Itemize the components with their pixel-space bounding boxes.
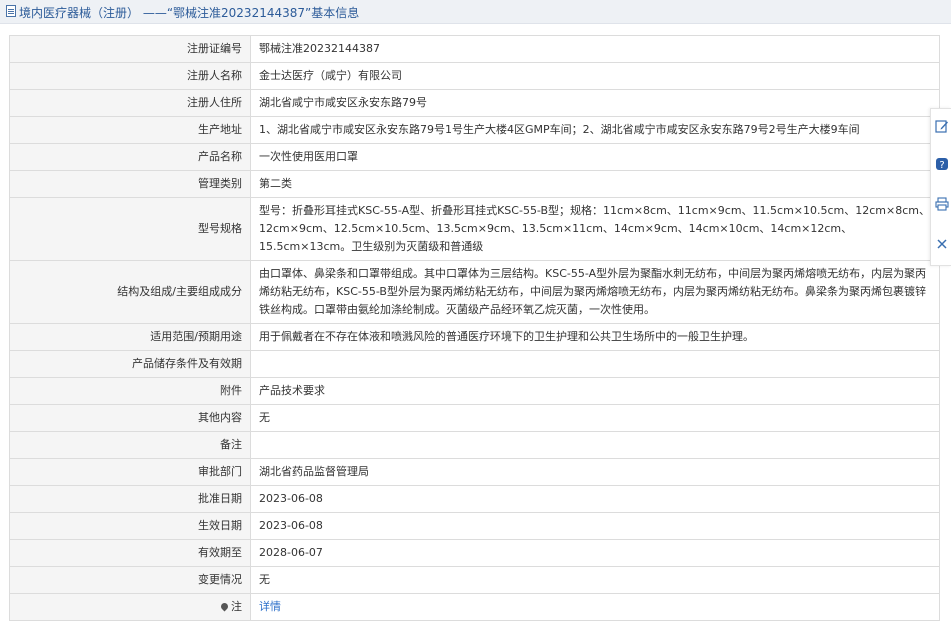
- row-value: 无: [250, 404, 940, 432]
- row-label: 注册人名称: [9, 62, 251, 90]
- row-label: 结构及组成/主要组成成分: [9, 260, 251, 324]
- svg-text:?: ?: [939, 160, 944, 171]
- table-row: 备注: [9, 431, 940, 459]
- row-label: 注: [9, 593, 251, 621]
- row-value: 详情: [250, 593, 940, 621]
- table-row: 注册人名称 金士达医疗（咸宁）有限公司: [9, 62, 940, 90]
- print-icon[interactable]: [935, 197, 949, 211]
- row-label: 批准日期: [9, 485, 251, 513]
- row-label: 其他内容: [9, 404, 251, 432]
- row-value: 无: [250, 566, 940, 594]
- table-row: 产品储存条件及有效期: [9, 350, 940, 378]
- row-value: 湖北省咸宁市咸安区永安东路79号: [250, 89, 940, 117]
- info-table: 注册证编号 鄂械注准20232144387 注册人名称 金士达医疗（咸宁）有限公…: [9, 35, 940, 621]
- table-row: 生效日期 2023-06-08: [9, 512, 940, 540]
- row-label: 管理类别: [9, 170, 251, 198]
- row-label: 生产地址: [9, 116, 251, 144]
- document-icon: [6, 5, 16, 17]
- pin-icon: [219, 601, 230, 612]
- row-label: 变更情况: [9, 566, 251, 594]
- table-row: 变更情况 无: [9, 566, 940, 594]
- row-value: 型号：折叠形耳挂式KSC-55-A型、折叠形耳挂式KSC-55-B型；规格：11…: [250, 197, 940, 261]
- table-row: 附件 产品技术要求: [9, 377, 940, 405]
- side-toolbar: ?: [930, 108, 951, 266]
- close-icon[interactable]: [935, 237, 949, 251]
- row-label: 备注: [9, 431, 251, 459]
- table-row: 管理类别 第二类: [9, 170, 940, 198]
- row-value: 湖北省药品监督管理局: [250, 458, 940, 486]
- row-label: 型号规格: [9, 197, 251, 261]
- row-value: 第二类: [250, 170, 940, 198]
- table-row-note: 注 详情: [9, 593, 940, 621]
- row-label: 附件: [9, 377, 251, 405]
- page-header: 境内医疗器械（注册） ——“鄂械注准20232144387”基本信息: [0, 0, 951, 24]
- table-row: 其他内容 无: [9, 404, 940, 432]
- row-value: 1、湖北省咸宁市咸安区永安东路79号1号生产大楼4区GMP车间；2、湖北省咸宁市…: [250, 116, 940, 144]
- note-label: 注: [231, 600, 242, 613]
- page-title: 境内医疗器械（注册） ——“鄂械注准20232144387”基本信息: [19, 6, 360, 20]
- table-row: 产品名称 一次性使用医用口罩: [9, 143, 940, 171]
- row-value: 由口罩体、鼻梁条和口罩带组成。其中口罩体为三层结构。KSC-55-A型外层为聚酯…: [250, 260, 940, 324]
- table-row: 审批部门 湖北省药品监督管理局: [9, 458, 940, 486]
- row-value: 2028-06-07: [250, 539, 940, 567]
- row-label: 生效日期: [9, 512, 251, 540]
- table-row: 注册人住所 湖北省咸宁市咸安区永安东路79号: [9, 89, 940, 117]
- row-value: 金士达医疗（咸宁）有限公司: [250, 62, 940, 90]
- table-row: 适用范围/预期用途 用于佩戴者在不存在体液和喷溅风险的普通医疗环境下的卫生护理和…: [9, 323, 940, 351]
- row-value: 产品技术要求: [250, 377, 940, 405]
- details-link[interactable]: 详情: [259, 600, 281, 613]
- row-label: 注册证编号: [9, 35, 251, 63]
- edit-icon[interactable]: [935, 119, 949, 133]
- row-value: 用于佩戴者在不存在体液和喷溅风险的普通医疗环境下的卫生护理和公共卫生场所中的一般…: [250, 323, 940, 351]
- table-row: 型号规格 型号：折叠形耳挂式KSC-55-A型、折叠形耳挂式KSC-55-B型；…: [9, 197, 940, 261]
- row-value: 一次性使用医用口罩: [250, 143, 940, 171]
- table-row: 结构及组成/主要组成成分 由口罩体、鼻梁条和口罩带组成。其中口罩体为三层结构。K…: [9, 260, 940, 324]
- row-value: 2023-06-08: [250, 485, 940, 513]
- row-value: 鄂械注准20232144387: [250, 35, 940, 63]
- row-label: 有效期至: [9, 539, 251, 567]
- row-value: [250, 431, 940, 459]
- table-row: 有效期至 2028-06-07: [9, 539, 940, 567]
- row-value: [250, 350, 940, 378]
- row-value: 2023-06-08: [250, 512, 940, 540]
- table-row: 生产地址 1、湖北省咸宁市咸安区永安东路79号1号生产大楼4区GMP车间；2、湖…: [9, 116, 940, 144]
- table-row: 批准日期 2023-06-08: [9, 485, 940, 513]
- row-label: 适用范围/预期用途: [9, 323, 251, 351]
- row-label: 产品名称: [9, 143, 251, 171]
- row-label: 产品储存条件及有效期: [9, 350, 251, 378]
- table-row: 注册证编号 鄂械注准20232144387: [9, 35, 940, 63]
- row-label: 注册人住所: [9, 89, 251, 117]
- help-icon[interactable]: ?: [935, 157, 949, 171]
- row-label: 审批部门: [9, 458, 251, 486]
